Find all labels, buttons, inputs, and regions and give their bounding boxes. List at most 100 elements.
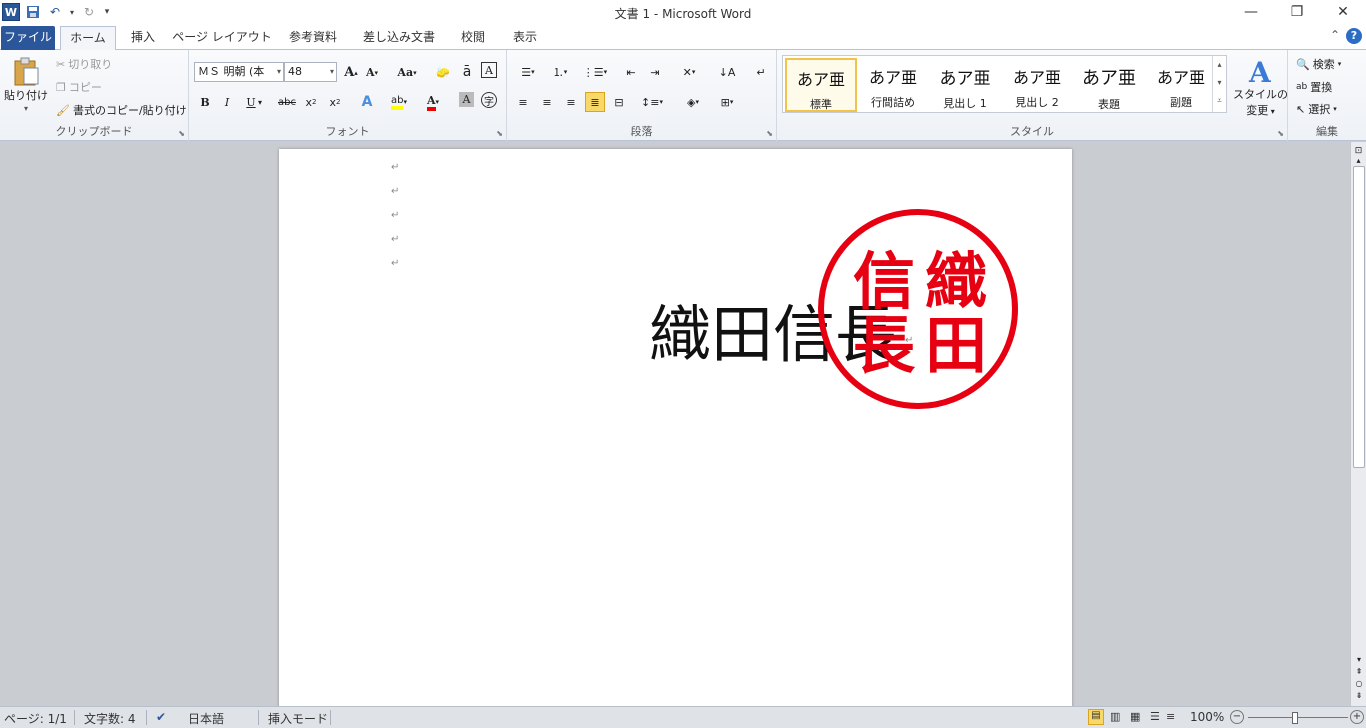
tab-references[interactable]: 参考資料 <box>278 26 348 50</box>
style-item[interactable]: あア亜 行間詰め <box>857 58 929 112</box>
zoom-level[interactable]: 100% <box>1190 710 1224 724</box>
change-case-icon[interactable]: Aa ▾ <box>393 62 421 82</box>
language[interactable]: 日本語 <box>188 710 224 727</box>
print-layout-icon[interactable]: ▤ <box>1088 709 1104 725</box>
scroll-thumb[interactable] <box>1353 166 1365 468</box>
subscript-icon[interactable]: x2 <box>301 92 321 112</box>
distributed-icon[interactable]: ⊟ <box>609 92 629 112</box>
web-layout-icon[interactable]: ▦ <box>1130 710 1140 723</box>
seal-char: 田 <box>925 309 987 382</box>
zoom-slider-thumb[interactable] <box>1292 712 1298 724</box>
clear-formatting-icon[interactable]: 🧽 <box>433 62 453 82</box>
vertical-scrollbar[interactable]: ⊡ ▴ ▾ ⇞ ○ ⇟ <box>1350 142 1366 706</box>
restore-button[interactable]: ❐ <box>1274 0 1320 24</box>
paragraph-launcher-icon[interactable]: ⬊ <box>766 129 773 138</box>
show-marks-icon[interactable]: ↵ <box>751 62 771 82</box>
numbering-icon[interactable]: ⒈ ▾ <box>547 62 573 82</box>
select-button[interactable]: ↖ 選択 ▾ <box>1296 101 1337 117</box>
zoom-in-icon[interactable]: + <box>1350 710 1364 724</box>
style-item[interactable]: あア亜 表題 <box>1073 58 1145 112</box>
prev-page-icon[interactable]: ⇞ <box>1351 666 1366 678</box>
close-button[interactable]: ✕ <box>1320 0 1366 24</box>
underline-dropdown-icon[interactable]: ▾ <box>255 92 265 112</box>
increase-indent-icon[interactable]: ⇥ <box>645 62 665 82</box>
shrink-font-icon[interactable]: A ▾ <box>362 62 382 82</box>
grow-font-icon[interactable]: A ▴ <box>341 62 361 82</box>
style-item[interactable]: あア亜 見出し 1 <box>929 58 1001 112</box>
align-left-icon[interactable]: ≡ <box>513 92 533 112</box>
zoom-slider[interactable] <box>1248 717 1348 718</box>
proofing-icon[interactable]: ✔ <box>156 710 166 724</box>
scroll-up-icon[interactable]: ▴ <box>1351 156 1366 165</box>
borders-icon[interactable]: ⊞ ▾ <box>713 92 741 112</box>
character-shading-icon[interactable]: A <box>459 92 474 107</box>
sort-icon[interactable]: ↓A <box>717 62 737 82</box>
outline-icon[interactable]: ☰ <box>1150 710 1160 723</box>
name-seal-stamp[interactable]: 織 田 信 長 <box>816 207 1020 411</box>
align-right-icon[interactable]: ≡ <box>561 92 581 112</box>
strikethrough-icon[interactable]: abc <box>277 92 297 112</box>
bold-icon[interactable]: B <box>195 92 215 112</box>
ruler-toggle-icon[interactable]: ⊡ <box>1351 146 1366 156</box>
minimize-button[interactable]: — <box>1228 0 1274 24</box>
tab-review[interactable]: 校閲 <box>450 26 496 50</box>
style-item[interactable]: あア亜 標準 <box>785 58 857 112</box>
find-button[interactable]: 🔍 検索 ▾ <box>1296 56 1341 72</box>
cut-button[interactable]: ✂ 切り取り <box>56 56 112 72</box>
tab-mailings[interactable]: 差し込み文書 <box>354 26 444 50</box>
font-group-label: フォント <box>325 125 370 138</box>
next-page-icon[interactable]: ⇟ <box>1351 690 1366 702</box>
zoom-out-icon[interactable]: − <box>1230 710 1244 724</box>
clipboard-launcher-icon[interactable]: ⬊ <box>178 129 185 138</box>
font-color-icon[interactable]: A ▾ <box>421 92 445 112</box>
tab-file[interactable]: ファイル <box>1 26 55 50</box>
browse-object-icon[interactable]: ○ <box>1351 678 1366 690</box>
tab-insert[interactable]: 挿入 <box>120 26 166 50</box>
superscript-icon[interactable]: x2 <box>325 92 345 112</box>
cursor-icon: ↖ <box>1296 102 1306 116</box>
styles-scroll[interactable]: ▴ ▾ ⩡ <box>1212 56 1226 112</box>
tab-view[interactable]: 表示 <box>502 26 548 50</box>
align-center-icon[interactable]: ≡ <box>537 92 557 112</box>
copy-button[interactable]: ❐ コピー <box>56 79 102 95</box>
styles-up-icon[interactable]: ▴ <box>1213 56 1226 74</box>
change-styles-button[interactable]: A スタイルの 変更 ▾ <box>1233 56 1288 118</box>
style-item[interactable]: あア亜 副題 <box>1145 58 1217 112</box>
collapse-ribbon-icon[interactable]: ⌃ <box>1330 28 1340 44</box>
font-name-combo[interactable]: ＭＳ 明朝 (本 ▾ <box>194 62 284 82</box>
full-screen-reading-icon[interactable]: ▥ <box>1110 710 1120 723</box>
tab-home[interactable]: ホーム <box>60 26 116 51</box>
highlight-icon[interactable]: ab ▾ <box>387 92 411 112</box>
word-count[interactable]: 文字数: 4 <box>84 710 136 727</box>
scroll-nav: ▾ ⇞ ○ ⇟ <box>1351 654 1366 702</box>
paste-button[interactable]: 貼り付け ▾ <box>4 56 48 113</box>
title-bar: W ↶ ▾ ↻ ▾ 文書 1 - Microsoft Word — ❐ ✕ <box>0 0 1366 24</box>
font-launcher-icon[interactable]: ⬊ <box>496 129 503 138</box>
bullets-icon[interactable]: ☰ ▾ <box>515 62 541 82</box>
styles-more-icon[interactable]: ⩡ <box>1213 92 1226 110</box>
document-page[interactable]: ↵ ↵ ↵ ↵ ↵ 織田信長 織 田 信 長 ↵ <box>279 149 1072 706</box>
scroll-down-icon[interactable]: ▾ <box>1351 654 1366 666</box>
style-item[interactable]: あア亜 見出し 2 <box>1001 58 1073 112</box>
draft-icon[interactable]: ≡ <box>1166 710 1175 723</box>
text-direction-icon[interactable]: ✕ ▾ <box>675 62 703 82</box>
character-border-icon[interactable]: A <box>481 62 497 78</box>
justify-icon[interactable]: ≣ <box>585 92 605 112</box>
shading-icon[interactable]: ◈ ▾ <box>679 92 707 112</box>
decrease-indent-icon[interactable]: ⇤ <box>621 62 641 82</box>
font-size-combo[interactable]: 48 ▾ <box>284 62 337 82</box>
format-painter-button[interactable]: 🖌 書式のコピー/貼り付け <box>56 102 187 118</box>
phonetic-guide-icon[interactable]: ā <box>457 62 477 82</box>
text-effects-icon[interactable]: A <box>357 92 377 112</box>
styles-down-icon[interactable]: ▾ <box>1213 74 1226 92</box>
styles-launcher-icon[interactable]: ⬊ <box>1277 129 1284 138</box>
multilevel-list-icon[interactable]: ⋮☰ ▾ <box>581 62 609 82</box>
line-spacing-icon[interactable]: ↕≡ ▾ <box>639 92 665 112</box>
page-count[interactable]: ページ: 1/1 <box>4 710 67 727</box>
italic-icon[interactable]: I <box>217 92 237 112</box>
tab-page-layout[interactable]: ページ レイアウト <box>172 26 272 50</box>
replace-button[interactable]: ab 置換 <box>1296 79 1332 95</box>
insert-mode[interactable]: 挿入モード <box>268 710 328 727</box>
enclose-characters-icon[interactable]: 字 <box>481 92 497 108</box>
help-icon[interactable]: ? <box>1346 28 1362 44</box>
